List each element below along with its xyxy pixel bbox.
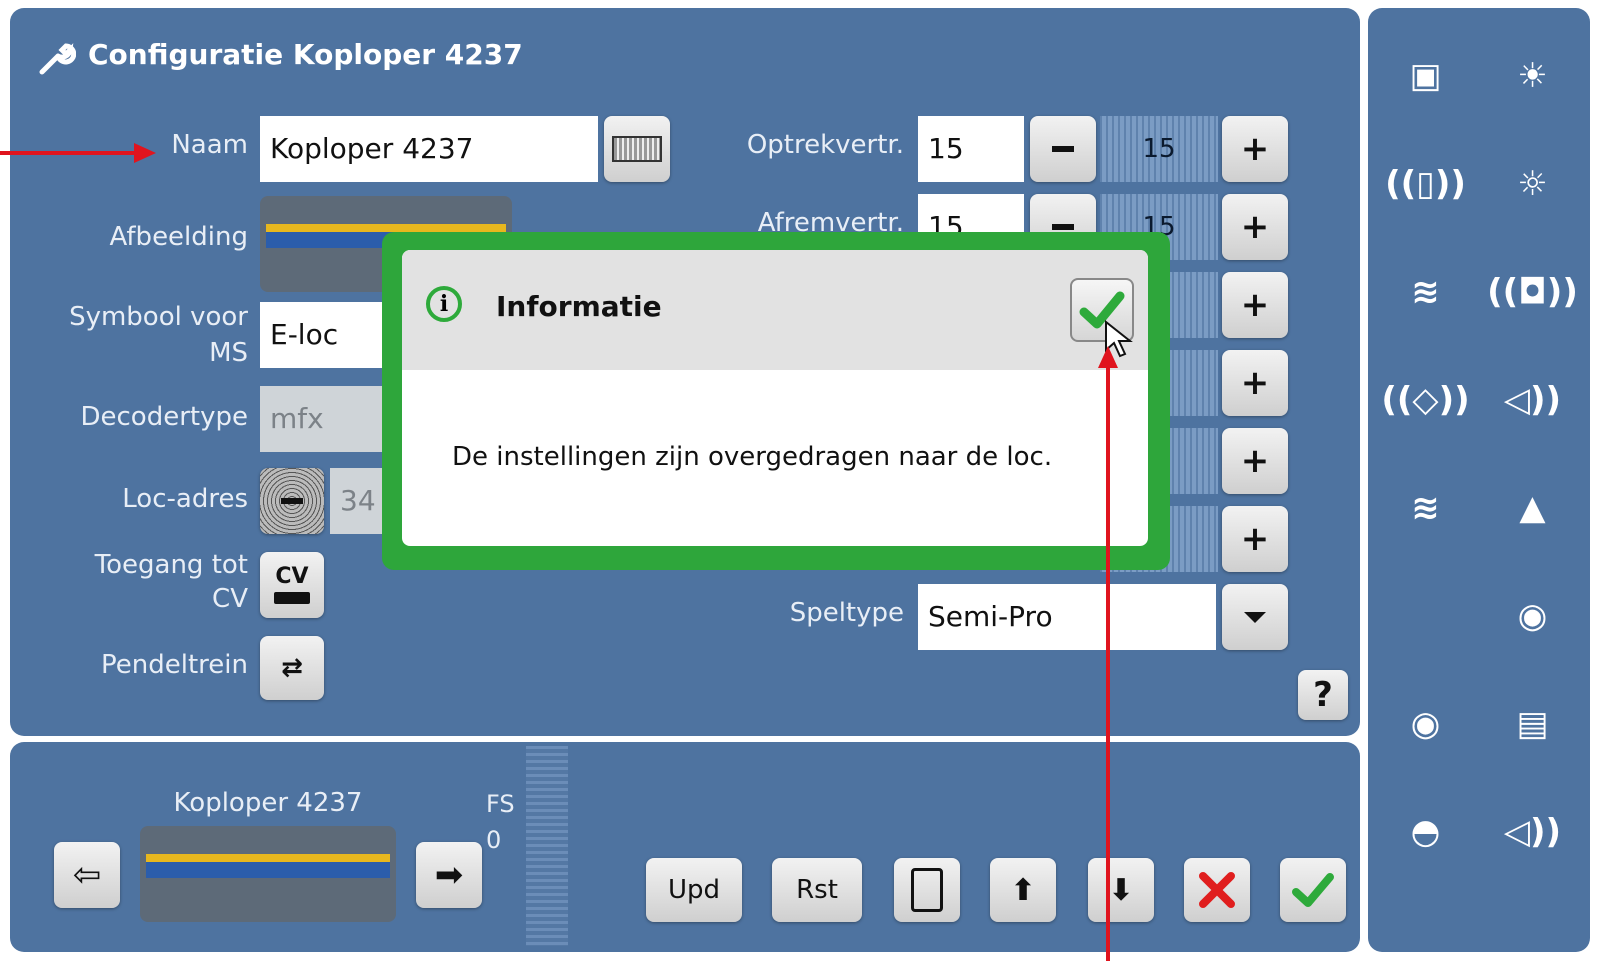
decoder-label: Decodertype <box>80 402 249 432</box>
decoder-field: mfx <box>260 386 400 452</box>
loco-name: Koploper 4237 <box>173 788 363 818</box>
upd-button[interactable]: Upd <box>646 858 742 922</box>
cancel-button[interactable] <box>1184 858 1250 922</box>
arrow-up-loco-icon: ⬆ <box>1010 872 1036 908</box>
shuttle-icon: ⇄ <box>281 653 303 683</box>
accel-input[interactable]: 15 <box>918 116 1024 182</box>
annotation-arrow-ok <box>1098 346 1118 961</box>
fs-label: FS <box>486 790 515 818</box>
check-icon <box>1292 873 1334 907</box>
shunting-icon[interactable]: ◓ <box>1372 778 1479 886</box>
next-loco-button[interactable]: ➡ <box>416 842 482 908</box>
plus-button-3[interactable]: + <box>1222 272 1288 338</box>
rst-button[interactable]: Rst <box>772 858 862 922</box>
empty-slot <box>1372 562 1479 670</box>
loco-front-icon[interactable]: ▣ <box>1372 22 1479 130</box>
symbol-select[interactable]: E-loc <box>260 302 400 368</box>
cab-light-icon[interactable]: ▤ <box>1479 670 1586 778</box>
plus-button-6[interactable]: + <box>1222 506 1288 572</box>
accel-plus-button[interactable]: + <box>1222 116 1288 182</box>
smoke-generator-icon[interactable]: ≋ <box>1372 454 1479 562</box>
telex-coupler-icon[interactable]: ≋ <box>1372 238 1479 346</box>
plus-button-5[interactable]: + <box>1222 428 1288 494</box>
horn-icon[interactable]: ◁)) <box>1479 346 1586 454</box>
annotation-arrow-name <box>0 143 156 163</box>
minus-icon <box>1052 146 1074 152</box>
close-icon <box>1199 872 1235 908</box>
cv-button-label: CV <box>275 564 309 589</box>
headlight-icon[interactable]: ☀ <box>1479 22 1586 130</box>
cv-label-2: CV <box>212 584 248 614</box>
image-label: Afbeelding <box>109 222 248 252</box>
shuttle-train-button[interactable]: ⇄ <box>260 636 324 700</box>
direction-sound-icon[interactable]: ((◇)) <box>1372 346 1479 454</box>
cab-sound-icon[interactable]: ((▯)) <box>1372 130 1479 238</box>
arrow-right-icon: ➡ <box>434 855 464 895</box>
playtype-dropdown-button[interactable] <box>1222 584 1288 650</box>
page-title: Configuratie Koploper 4237 <box>88 38 523 71</box>
train-sound-icon[interactable]: ((◘)) <box>1479 238 1586 346</box>
playtype-label: Speltype <box>789 598 904 628</box>
info-icon: i <box>426 286 462 322</box>
sound-bell-icon[interactable]: ◉ <box>1372 670 1479 778</box>
info-dialog: i Informatie De instellingen zijn overge… <box>402 250 1148 546</box>
playtype-select[interactable]: Semi-Pro <box>918 584 1216 650</box>
minus-icon <box>281 498 303 504</box>
dialog-message: De instellingen zijn overgedragen naar d… <box>452 442 1053 472</box>
decoder-info-button[interactable] <box>894 858 960 922</box>
chevron-down-icon <box>1244 611 1266 623</box>
horn2-icon[interactable]: ◁)) <box>1479 778 1586 886</box>
decoder-chip-icon <box>911 868 943 912</box>
help-button[interactable]: ? <box>1298 670 1348 720</box>
interior-light-icon[interactable]: ☼ <box>1479 130 1586 238</box>
address-label: Loc-adres <box>122 484 248 514</box>
plus-button-4[interactable]: + <box>1222 350 1288 416</box>
accel-slider[interactable]: 15 <box>1100 116 1218 182</box>
prev-loco-button[interactable]: ⇦ <box>54 842 120 908</box>
wrench-icon <box>36 38 77 78</box>
shuttle-label: Pendeltrein <box>101 650 248 680</box>
cv-access-button[interactable]: CV <box>260 552 324 618</box>
name-input[interactable]: Koploper 4237 <box>260 116 598 182</box>
accel-minus-button[interactable] <box>1030 116 1096 182</box>
symbol-label-1: Symbool voor <box>69 302 248 332</box>
fs-value: 0 <box>486 826 502 854</box>
symbol-label-2: MS <box>209 338 248 368</box>
accel-label: Optrekvertr. <box>746 130 904 160</box>
sidebar-icons: ▣ ☀ ((▯)) ☼ ≋ ((◘)) ((◇)) ◁)) ≋ ▲ ◉ ◉ ▤ … <box>1372 22 1586 942</box>
speed-bar[interactable] <box>526 746 568 946</box>
loco-thumbnail[interactable] <box>140 826 396 922</box>
upload-button[interactable]: ⬆ <box>990 858 1056 922</box>
weight-icon[interactable]: ▲ <box>1479 454 1586 562</box>
keyboard-icon <box>612 136 662 162</box>
cv-label-1: Toegang tot <box>94 550 248 580</box>
loco-small-icon <box>274 592 310 604</box>
dialog-title: Informatie <box>496 290 662 323</box>
decel-plus-button[interactable]: + <box>1222 194 1288 260</box>
arrow-left-icon: ⇦ <box>72 855 102 895</box>
minus-icon <box>1052 224 1074 230</box>
pantograph-sound-icon[interactable]: ◉ <box>1479 562 1586 670</box>
confirm-button[interactable] <box>1280 858 1346 922</box>
address-minus-button[interactable] <box>260 468 324 534</box>
